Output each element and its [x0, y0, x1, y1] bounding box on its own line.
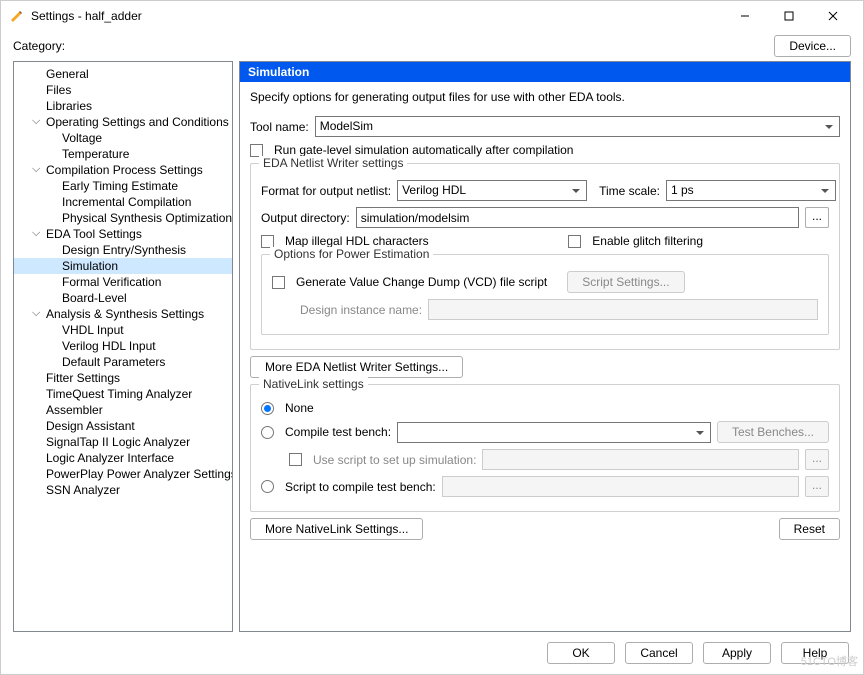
settings-panel: Simulation Specify options for generatin…: [239, 61, 851, 632]
tree-item[interactable]: Analysis & Synthesis Settings: [14, 306, 232, 322]
titlebar: Settings - half_adder: [1, 1, 863, 31]
ok-button[interactable]: OK: [547, 642, 615, 664]
radio-script-compile[interactable]: [261, 480, 274, 493]
tree-item[interactable]: Design Entry/Synthesis: [14, 242, 232, 258]
tree-item[interactable]: EDA Tool Settings: [14, 226, 232, 242]
tree-item[interactable]: Assembler: [14, 402, 232, 418]
netlist-group-title: EDA Netlist Writer settings: [259, 156, 407, 170]
radio-none[interactable]: [261, 402, 274, 415]
vcd-checkbox[interactable]: [272, 276, 285, 289]
glitch-label: Enable glitch filtering: [592, 234, 703, 248]
top-row: Category: Device...: [1, 31, 863, 61]
tool-name-label: Tool name:: [250, 120, 309, 134]
panel-header: Simulation: [240, 62, 850, 82]
apply-button[interactable]: Apply: [703, 642, 771, 664]
tree-item[interactable]: Physical Synthesis Optimizations: [14, 210, 232, 226]
more-netlist-button[interactable]: More EDA Netlist Writer Settings...: [250, 356, 463, 378]
run-gate-label: Run gate-level simulation automatically …: [274, 143, 573, 157]
outdir-browse-button[interactable]: ...: [805, 207, 829, 228]
use-script-input: [482, 449, 799, 470]
use-script-browse-button: ...: [805, 449, 829, 470]
timescale-combo[interactable]: 1 ps: [666, 180, 836, 201]
watermark: 51CTO博客: [801, 653, 858, 669]
window-title: Settings - half_adder: [31, 9, 723, 23]
use-script-checkbox: [289, 453, 302, 466]
tree-item[interactable]: Early Timing Estimate: [14, 178, 232, 194]
tree-item[interactable]: Formal Verification: [14, 274, 232, 290]
close-button[interactable]: [811, 2, 855, 30]
app-icon: [9, 8, 25, 24]
cancel-button[interactable]: Cancel: [625, 642, 693, 664]
script-compile-input: [442, 476, 799, 497]
tree-item[interactable]: VHDL Input: [14, 322, 232, 338]
nativelink-group-title: NativeLink settings: [259, 377, 368, 391]
minimize-button[interactable]: [723, 2, 767, 30]
tree-item[interactable]: TimeQuest Timing Analyzer: [14, 386, 232, 402]
test-benches-button[interactable]: Test Benches...: [717, 421, 829, 443]
netlist-writer-group: EDA Netlist Writer settings Format for o…: [250, 163, 840, 350]
reset-button[interactable]: Reset: [779, 518, 840, 540]
panel-description: Specify options for generating output fi…: [250, 90, 840, 104]
tree-item[interactable]: Verilog HDL Input: [14, 338, 232, 354]
tree-item[interactable]: SSN Analyzer: [14, 482, 232, 498]
format-label: Format for output netlist:: [261, 184, 391, 198]
design-instance-label: Design instance name:: [300, 303, 422, 317]
category-label: Category:: [13, 39, 65, 53]
glitch-checkbox[interactable]: [568, 235, 581, 248]
tree-item[interactable]: SignalTap II Logic Analyzer: [14, 434, 232, 450]
tree-item[interactable]: Operating Settings and Conditions: [14, 114, 232, 130]
tree-item[interactable]: Voltage: [14, 130, 232, 146]
tree-item[interactable]: Temperature: [14, 146, 232, 162]
run-gate-checkbox[interactable]: [250, 144, 263, 157]
timescale-label: Time scale:: [599, 184, 660, 198]
script-compile-browse-button: ...: [805, 476, 829, 497]
radio-none-label: None: [285, 401, 314, 415]
radio-compile-label: Compile test bench:: [285, 425, 391, 439]
device-button[interactable]: Device...: [774, 35, 851, 57]
panel-body: Specify options for generating output fi…: [240, 82, 850, 631]
tree-item[interactable]: Files: [14, 82, 232, 98]
more-nativelink-button[interactable]: More NativeLink Settings...: [250, 518, 423, 540]
script-settings-button[interactable]: Script Settings...: [567, 271, 684, 293]
tree-item[interactable]: Simulation: [14, 258, 232, 274]
tree-item[interactable]: Compilation Process Settings: [14, 162, 232, 178]
tree-item[interactable]: Incremental Compilation: [14, 194, 232, 210]
power-estimation-group: Options for Power Estimation Generate Va…: [261, 254, 829, 335]
main-area: GeneralFilesLibrariesOperating Settings …: [1, 61, 863, 632]
tree-item[interactable]: Default Parameters: [14, 354, 232, 370]
tree-item[interactable]: Logic Analyzer Interface: [14, 450, 232, 466]
outdir-input[interactable]: [356, 207, 799, 228]
design-instance-input: [428, 299, 818, 320]
radio-compile-testbench[interactable]: [261, 426, 274, 439]
tree-item[interactable]: General: [14, 66, 232, 82]
tree-item[interactable]: Fitter Settings: [14, 370, 232, 386]
tree-item[interactable]: Libraries: [14, 98, 232, 114]
maximize-button[interactable]: [767, 2, 811, 30]
map-illegal-checkbox[interactable]: [261, 235, 274, 248]
settings-window: Settings - half_adder Category: Device..…: [0, 0, 864, 675]
outdir-label: Output directory:: [261, 211, 350, 225]
map-illegal-label: Map illegal HDL characters: [285, 234, 429, 248]
testbench-combo[interactable]: [397, 422, 711, 443]
dialog-footer: OK Cancel Apply Help: [1, 632, 863, 674]
nativelink-group: NativeLink settings None Compile test be…: [250, 384, 840, 512]
format-combo[interactable]: Verilog HDL: [397, 180, 587, 201]
category-tree[interactable]: GeneralFilesLibrariesOperating Settings …: [13, 61, 233, 632]
radio-script-label: Script to compile test bench:: [285, 480, 436, 494]
use-script-label: Use script to set up simulation:: [313, 453, 476, 467]
vcd-label: Generate Value Change Dump (VCD) file sc…: [296, 275, 547, 289]
tree-item[interactable]: PowerPlay Power Analyzer Settings: [14, 466, 232, 482]
tree-item[interactable]: Board-Level: [14, 290, 232, 306]
power-group-title: Options for Power Estimation: [270, 247, 433, 261]
tree-item[interactable]: Design Assistant: [14, 418, 232, 434]
tool-name-combo[interactable]: ModelSim: [315, 116, 840, 137]
